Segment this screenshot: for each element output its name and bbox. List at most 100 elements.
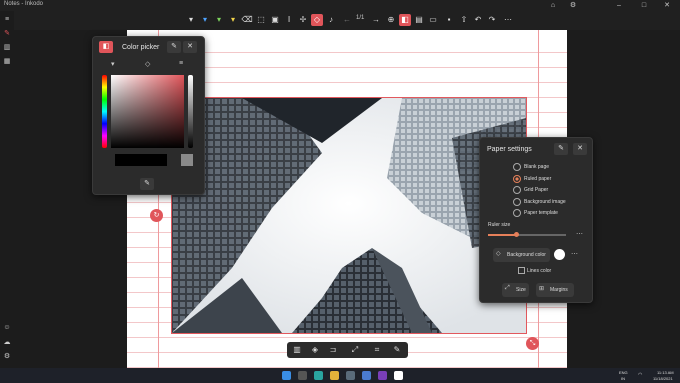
pen-black-icon[interactable]: ▾ xyxy=(185,14,197,26)
ruled-line xyxy=(127,337,567,338)
hue-slider[interactable] xyxy=(102,75,107,148)
region-indicator: IN xyxy=(621,376,625,381)
microphone-icon[interactable]: ♪ xyxy=(325,14,337,26)
pages-icon[interactable]: ▦ xyxy=(2,57,12,67)
delete-icon[interactable]: ▥ xyxy=(291,344,303,356)
expand-icon[interactable]: ⤢ xyxy=(349,344,361,356)
edge-icon[interactable] xyxy=(314,371,323,380)
size-button[interactable]: ⤢ Size xyxy=(502,283,529,297)
size-label: Size xyxy=(516,287,526,293)
lasso-icon[interactable]: ⬚ xyxy=(255,14,267,26)
paper-settings-icon[interactable]: ◇ xyxy=(311,14,323,26)
folder-icon[interactable]: ▭ xyxy=(427,14,439,26)
start-icon[interactable] xyxy=(282,371,291,380)
app-title: Notes - Inkodo xyxy=(4,1,44,7)
store-icon[interactable]: ⌂ xyxy=(546,0,560,11)
account-icon[interactable]: ☺ xyxy=(2,323,12,333)
file-explorer-icon[interactable] xyxy=(330,371,339,380)
paper-settings-title: Paper settings xyxy=(487,146,532,153)
paper-option-label: Grid Paper xyxy=(524,187,549,193)
zoom-icon[interactable]: ⊕ xyxy=(385,14,397,26)
undo-icon[interactable]: ↶ xyxy=(472,14,484,26)
ruler-size-thumb[interactable] xyxy=(514,232,520,237)
maximize-button[interactable]: □ xyxy=(637,0,651,11)
background-color-button[interactable]: ◇ Background color xyxy=(493,248,550,262)
paper-option-label: Blank page xyxy=(524,164,550,170)
main-toolbar: ▾ ▾ ▾ ▾ ⌫ ⬚ ▣ Ⅰ ✢ ◇ ♪ ← 1/1 → ⊕ ◧ ▤ ▭ ▪ … xyxy=(0,11,680,30)
close-color-picker-button[interactable]: ✕ xyxy=(183,41,197,53)
layers-icon[interactable]: ◈ xyxy=(309,344,321,356)
background-color-swatch[interactable] xyxy=(554,249,565,260)
crop-icon[interactable]: ⌗ xyxy=(371,344,383,356)
close-window-button[interactable]: ✕ xyxy=(660,0,674,11)
search-icon[interactable] xyxy=(298,371,307,380)
eyedropper-icon[interactable]: ✎ xyxy=(167,41,181,53)
rotate-handle[interactable]: ↻ xyxy=(150,209,163,222)
pick-color-button[interactable]: ✎ xyxy=(140,178,154,190)
cloud-icon[interactable]: ☁ xyxy=(2,338,12,348)
share-icon[interactable]: ⇧ xyxy=(458,14,470,26)
clock-date: 11/18/2021 xyxy=(653,376,673,381)
eraser-icon[interactable]: ⌫ xyxy=(241,14,253,26)
background-more-icon[interactable]: ⋯ xyxy=(571,250,578,258)
saturation-value-area[interactable] xyxy=(111,75,184,148)
save-icon[interactable]: ▪ xyxy=(443,14,455,26)
paper-option-radio[interactable] xyxy=(513,174,521,183)
alpha-slider[interactable] xyxy=(188,75,193,148)
margins-button[interactable]: ⊞ Margins xyxy=(536,283,574,297)
settings-icon[interactable]: ⚙ xyxy=(566,0,580,11)
ruler-more-icon[interactable]: ⋯ xyxy=(576,230,583,238)
previous-page-icon[interactable]: ← xyxy=(341,14,353,26)
title-bar: Notes - Inkodo ⌂ ⚙ – □ ✕ xyxy=(0,0,680,11)
mail-icon[interactable] xyxy=(362,371,371,380)
skyscraper-photo xyxy=(172,98,526,333)
current-color-swatch xyxy=(115,154,167,166)
library-icon[interactable]: ▥ xyxy=(2,43,12,53)
paper-option-label: Paper template xyxy=(524,210,558,216)
paper-settings-panel: Paper settings ✎ ✕ Blank page Ruled paper… xyxy=(479,137,593,303)
adjust-tab-icon[interactable]: ≡ xyxy=(179,60,183,67)
pen-tab-icon[interactable]: ▾ xyxy=(111,60,115,68)
onenote-icon[interactable] xyxy=(378,371,387,380)
ruler-size-slider[interactable] xyxy=(488,232,566,237)
image-icon[interactable]: ▣ xyxy=(269,14,281,26)
wifi-icon[interactable]: ◠ xyxy=(638,372,642,378)
inserted-image[interactable] xyxy=(171,97,527,334)
language-indicator[interactable]: ENG xyxy=(619,370,628,375)
edit-image-icon[interactable]: ✎ xyxy=(391,344,403,356)
more-options-icon[interactable]: ⋯ xyxy=(502,14,514,26)
color-picker-title: Color picker xyxy=(122,44,160,51)
margins-icon: ⊞ xyxy=(539,286,545,292)
minimize-button[interactable]: – xyxy=(612,0,626,11)
paper-option-radio[interactable] xyxy=(513,186,521,194)
clock-time[interactable]: 11:13 AM xyxy=(657,370,674,375)
paper-option-radio[interactable] xyxy=(513,209,521,217)
color-picker-panel: ◧ Color picker ✎ ✕ ▾ ◇ ≡ ✎ xyxy=(92,36,205,195)
size-icon: ⤢ xyxy=(505,285,510,291)
close-paper-settings-button[interactable]: ✕ xyxy=(573,143,587,155)
paper-option-label: Background image xyxy=(524,198,566,205)
background-color-label: Background color xyxy=(507,252,546,258)
page-indicator: 1/1 xyxy=(356,15,365,21)
store-icon[interactable] xyxy=(346,371,355,380)
crop-select-icon[interactable]: ⊐ xyxy=(327,344,339,356)
menu-icon[interactable]: ≡ xyxy=(2,15,12,25)
fill-tab-icon[interactable]: ◇ xyxy=(145,60,150,68)
color-picker-icon[interactable]: ◧ xyxy=(399,14,411,26)
pen-green-icon[interactable]: ▾ xyxy=(213,14,225,26)
inkodo-app-icon[interactable] xyxy=(394,371,403,380)
notebook-icon[interactable]: ✎ xyxy=(2,29,12,39)
settings-gear-icon[interactable]: ⚙ xyxy=(2,352,12,362)
redo-icon[interactable]: ↷ xyxy=(486,14,498,26)
open-file-icon[interactable]: ▤ xyxy=(413,14,425,26)
pen-blue-icon[interactable]: ▾ xyxy=(199,14,211,26)
text-icon[interactable]: Ⅰ xyxy=(283,14,295,26)
edit-paper-icon[interactable]: ✎ xyxy=(554,143,568,155)
resize-handle[interactable]: ⤡ xyxy=(526,337,539,350)
paper-option-radio[interactable] xyxy=(513,163,521,171)
lines-color-checkbox[interactable] xyxy=(518,267,525,274)
highlighter-icon[interactable]: ▾ xyxy=(227,14,239,26)
next-page-icon[interactable]: → xyxy=(370,14,382,26)
shapes-icon[interactable]: ✢ xyxy=(297,14,309,26)
paper-option-radio[interactable] xyxy=(513,197,521,206)
